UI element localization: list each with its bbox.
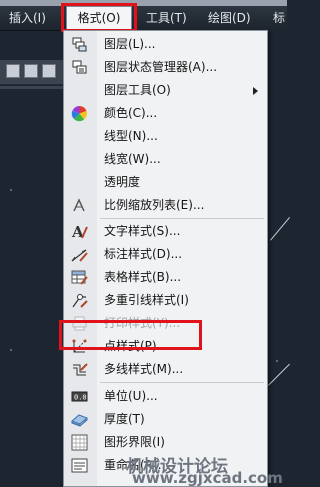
multileader-style-icon — [72, 294, 88, 308]
menu-separator — [100, 382, 264, 383]
toolbar-icon-2[interactable] — [24, 64, 38, 78]
menu-item-dimension-style[interactable]: 标注样式(D)... — [64, 243, 267, 266]
menu-tools[interactable]: 工具(T) — [146, 6, 187, 30]
thickness-icon — [71, 414, 88, 427]
highlight-box-format-menu — [61, 3, 137, 32]
menu-item-multiline-style[interactable]: 多线样式(M)... — [64, 358, 267, 381]
grid-dot — [276, 360, 278, 362]
menu-item-label: 单位(U)... — [104, 389, 158, 403]
menu-item-units[interactable]: 0.0 单位(U)... — [64, 385, 267, 408]
drawing-limits-icon — [71, 434, 88, 451]
menu-insert[interactable]: 插入(I) — [9, 6, 46, 30]
menu-item-label: 透明度 — [104, 175, 141, 189]
menu-item-label: 图层工具(O) — [104, 83, 171, 97]
menu-item-label: 表格样式(B)... — [104, 270, 182, 284]
menu-item-label: 图层(L)... — [104, 37, 156, 51]
menu-item-drawing-limits[interactable]: 图形界限(I) — [64, 431, 267, 454]
layers-icon — [72, 37, 87, 52]
toolbar-icon-3[interactable] — [42, 64, 56, 78]
menu-item-multileader-style[interactable]: 多重引线样式(I) — [64, 289, 267, 312]
menu-item-label: 多重引线样式(I) — [104, 293, 189, 307]
watermark-url: www.zgjxcad.com — [132, 469, 283, 487]
menu-item-label: 颜色(C)... — [104, 106, 158, 120]
menu-item-layer-tools[interactable]: 图层工具(O) — [64, 79, 267, 102]
menu-item-label: 文字样式(S)... — [104, 224, 181, 238]
layer-states-icon — [72, 60, 87, 74]
color-wheel-icon — [71, 105, 87, 122]
menu-item-label: 多线样式(M)... — [104, 362, 184, 376]
dimension-style-icon — [71, 249, 88, 262]
format-dropdown-menu: 图层(L)... 图层状态管理器(A)... 图层工具(O) 颜色(C)... … — [63, 30, 268, 487]
menu-item-label: 图形界限(I) — [104, 435, 165, 449]
drawing-canvas-left[interactable] — [0, 89, 70, 487]
submenu-arrow-icon — [253, 87, 258, 95]
toolbar-icon-1[interactable] — [6, 64, 20, 78]
multiline-style-icon — [73, 363, 88, 376]
menu-item-label: 线型(N)... — [104, 129, 158, 143]
highlight-box-point-style — [59, 320, 202, 350]
text-style-icon: A — [71, 223, 88, 240]
menu-item-label: 比例缩放列表(E)... — [104, 198, 205, 212]
menu-bar: 插入(I) 格式(O) 工具(T) 绘图(D) 标 — [0, 6, 287, 31]
menu-item-table-style[interactable]: 表格样式(B)... — [64, 266, 267, 289]
menu-item-label: 标注样式(D)... — [104, 247, 183, 261]
menu-dimension-partial[interactable]: 标 — [273, 6, 285, 30]
menu-item-layer-states[interactable]: 图层状态管理器(A)... — [64, 56, 267, 79]
menu-item-color[interactable]: 颜色(C)... — [64, 102, 267, 125]
menu-item-label: 图层状态管理器(A)... — [104, 60, 218, 74]
drawing-line — [268, 363, 290, 386]
table-style-icon — [71, 270, 88, 285]
menu-item-transparency[interactable]: 透明度 — [64, 171, 267, 194]
menu-item-label: 厚度(T) — [104, 412, 145, 426]
drawing-line — [270, 217, 291, 241]
menu-item-linetype[interactable]: 线型(N)... — [64, 125, 267, 148]
menu-item-thickness[interactable]: 厚度(T) — [64, 408, 267, 431]
menu-item-layers[interactable]: 图层(L)... — [64, 33, 267, 56]
svg-text:0.0: 0.0 — [74, 394, 87, 402]
menu-separator — [100, 218, 264, 219]
menu-draw[interactable]: 绘图(D) — [208, 6, 251, 30]
menu-item-scale-list[interactable]: 比例缩放列表(E)... — [64, 194, 267, 217]
grid-dot — [10, 349, 12, 351]
grid-dot — [10, 189, 12, 191]
scale-list-icon — [73, 198, 85, 212]
menu-item-label: 线宽(W)... — [104, 152, 161, 166]
rename-icon — [71, 458, 88, 473]
toolbar-standard — [0, 60, 70, 85]
units-icon: 0.0 — [71, 391, 88, 402]
drawing-canvas-right[interactable] — [268, 30, 291, 487]
menu-item-lineweight[interactable]: 线宽(W)... — [64, 148, 267, 171]
menu-item-text-style[interactable]: A 文字样式(S)... — [64, 220, 267, 243]
